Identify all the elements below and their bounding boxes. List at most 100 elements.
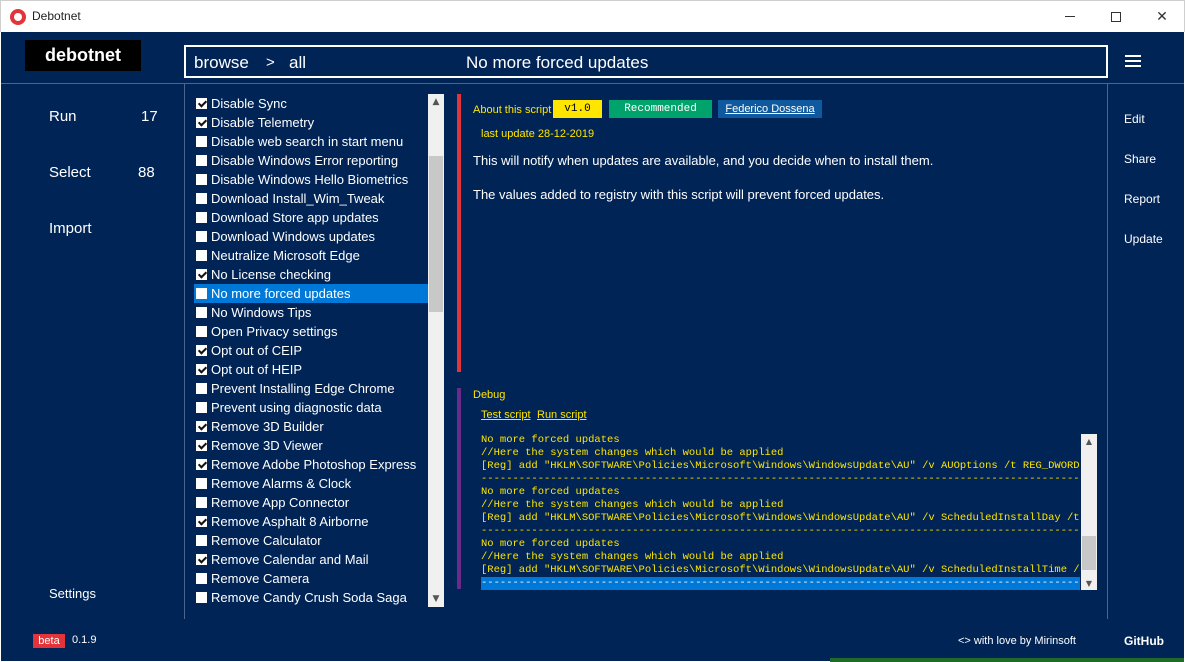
console-scroll-up-icon[interactable]: ▲ xyxy=(1081,434,1097,448)
hamburger-menu-icon[interactable] xyxy=(1125,55,1141,67)
script-checkbox[interactable] xyxy=(196,269,207,280)
maximize-button[interactable] xyxy=(1093,1,1139,32)
report-button[interactable]: Report xyxy=(1124,192,1160,206)
right-divider xyxy=(1107,84,1108,619)
script-checkbox[interactable] xyxy=(196,307,207,318)
script-list-item[interactable]: Download Install_Wim_Tweak xyxy=(194,189,428,208)
share-button[interactable]: Share xyxy=(1124,152,1156,166)
script-list-item[interactable]: Prevent Installing Edge Chrome xyxy=(194,379,428,398)
scrollbar-thumb[interactable] xyxy=(429,156,443,312)
nav-settings[interactable]: Settings xyxy=(49,586,96,601)
script-checkbox[interactable] xyxy=(196,554,207,565)
script-list-item[interactable]: No License checking xyxy=(194,265,428,284)
script-checkbox[interactable] xyxy=(196,174,207,185)
script-label: Remove Asphalt 8 Airborne xyxy=(211,514,369,529)
console-scrollbar-thumb[interactable] xyxy=(1082,536,1096,570)
run-script-link[interactable]: Run script xyxy=(537,409,587,421)
script-list-item[interactable]: Remove Camera xyxy=(194,569,428,588)
breadcrumb-browse[interactable]: browse xyxy=(194,53,249,73)
script-checkbox[interactable] xyxy=(196,478,207,489)
script-list-item[interactable]: Remove Adobe Photoshop Express xyxy=(194,455,428,474)
script-checkbox[interactable] xyxy=(196,117,207,128)
script-label: Disable Telemetry xyxy=(211,115,315,130)
script-list-item[interactable]: Disable web search in start menu xyxy=(194,132,428,151)
script-list-item[interactable]: Remove 3D Viewer xyxy=(194,436,428,455)
script-list-item[interactable]: Remove 3D Builder xyxy=(194,417,428,436)
script-checkbox[interactable] xyxy=(196,383,207,394)
run-count: 17 xyxy=(141,108,158,125)
script-checkbox[interactable] xyxy=(196,364,207,375)
script-list[interactable]: Disable Sync Disable Telemetry Disable web… xyxy=(194,94,428,607)
script-list-item[interactable]: Remove App Connector xyxy=(194,493,428,512)
nav-select[interactable]: Select xyxy=(49,164,91,181)
last-update-text: last update 28-12-2019 xyxy=(481,128,595,140)
script-checkbox[interactable] xyxy=(196,212,207,223)
console-line: [Reg] add "HKLM\SOFTWARE\Policies\Micros… xyxy=(481,512,1080,524)
edit-button[interactable]: Edit xyxy=(1124,112,1145,126)
author-link[interactable]: Federico Dossena xyxy=(718,100,822,118)
nav-import[interactable]: Import xyxy=(49,220,92,237)
console-line: //Here the system changes which would be… xyxy=(481,551,784,563)
close-button[interactable]: ✕ xyxy=(1139,1,1185,32)
script-checkbox[interactable] xyxy=(196,535,207,546)
script-list-item[interactable]: No Windows Tips xyxy=(194,303,428,322)
script-checkbox[interactable] xyxy=(196,516,207,527)
minimize-button[interactable] xyxy=(1047,1,1093,32)
script-checkbox[interactable] xyxy=(196,193,207,204)
header-divider xyxy=(1,83,1184,84)
update-button[interactable]: Update xyxy=(1124,232,1163,246)
scroll-down-icon[interactable]: ▼ xyxy=(428,591,444,607)
script-checkbox[interactable] xyxy=(196,402,207,413)
select-count: 88 xyxy=(138,164,155,181)
script-checkbox[interactable] xyxy=(196,440,207,451)
script-list-item[interactable]: Prevent using diagnostic data xyxy=(194,398,428,417)
github-link[interactable]: GitHub xyxy=(1124,634,1164,648)
console-scrollbar[interactable]: ▲ ▼ xyxy=(1081,434,1097,590)
debug-console[interactable]: No more forced updates//Here the system … xyxy=(481,434,1080,590)
script-label: Remove Adobe Photoshop Express xyxy=(211,457,417,472)
script-list-item[interactable]: Download Windows updates xyxy=(194,227,428,246)
script-list-item[interactable]: Download Store app updates xyxy=(194,208,428,227)
script-checkbox[interactable] xyxy=(196,98,207,109)
console-line: ----------------------------------------… xyxy=(481,473,1080,485)
script-checkbox[interactable] xyxy=(196,345,207,356)
console-line: [Reg] add "HKLM\SOFTWARE\Policies\Micros… xyxy=(481,564,1080,576)
nav-run[interactable]: Run xyxy=(49,108,77,125)
script-list-item[interactable]: Remove Candy Crush Soda Saga xyxy=(194,588,428,607)
breadcrumb-all[interactable]: all xyxy=(289,53,306,73)
script-list-item[interactable]: Opt out of HEIP xyxy=(194,360,428,379)
script-checkbox[interactable] xyxy=(196,136,207,147)
script-list-item[interactable]: Open Privacy settings xyxy=(194,322,428,341)
script-list-item[interactable]: Remove Asphalt 8 Airborne xyxy=(194,512,428,531)
script-checkbox[interactable] xyxy=(196,497,207,508)
script-list-scrollbar[interactable]: ▲ ▼ xyxy=(428,94,444,607)
scroll-up-icon[interactable]: ▲ xyxy=(428,94,444,110)
maximize-icon xyxy=(1111,11,1121,22)
script-list-item[interactable]: Disable Sync xyxy=(194,94,428,113)
script-list-item[interactable]: Remove Calculator xyxy=(194,531,428,550)
script-list-item[interactable]: No more forced updates xyxy=(194,284,428,303)
script-list-item[interactable]: Opt out of CEIP xyxy=(194,341,428,360)
script-checkbox[interactable] xyxy=(196,250,207,261)
script-checkbox[interactable] xyxy=(196,421,207,432)
minimize-icon xyxy=(1065,16,1075,17)
test-script-link[interactable]: Test script xyxy=(481,409,531,421)
script-label: Disable Windows Hello Biometrics xyxy=(211,172,409,187)
script-checkbox[interactable] xyxy=(196,155,207,166)
credits-link[interactable]: <> with love by Mirinsoft xyxy=(958,635,1076,647)
script-checkbox[interactable] xyxy=(196,326,207,337)
script-list-item[interactable]: Disable Windows Hello Biometrics xyxy=(194,170,428,189)
script-checkbox[interactable] xyxy=(196,288,207,299)
console-scroll-down-icon[interactable]: ▼ xyxy=(1081,576,1097,590)
script-list-item[interactable]: Disable Windows Error reporting xyxy=(194,151,428,170)
about-script-link[interactable]: About this script xyxy=(473,104,551,116)
script-checkbox[interactable] xyxy=(196,573,207,584)
script-list-item[interactable]: Neutralize Microsoft Edge xyxy=(194,246,428,265)
script-list-item[interactable]: Remove Alarms & Clock xyxy=(194,474,428,493)
script-checkbox[interactable] xyxy=(196,592,207,603)
script-list-item[interactable]: Disable Telemetry xyxy=(194,113,428,132)
script-checkbox[interactable] xyxy=(196,231,207,242)
script-label: No Windows Tips xyxy=(211,305,312,320)
script-list-item[interactable]: Remove Calendar and Mail xyxy=(194,550,428,569)
script-checkbox[interactable] xyxy=(196,459,207,470)
